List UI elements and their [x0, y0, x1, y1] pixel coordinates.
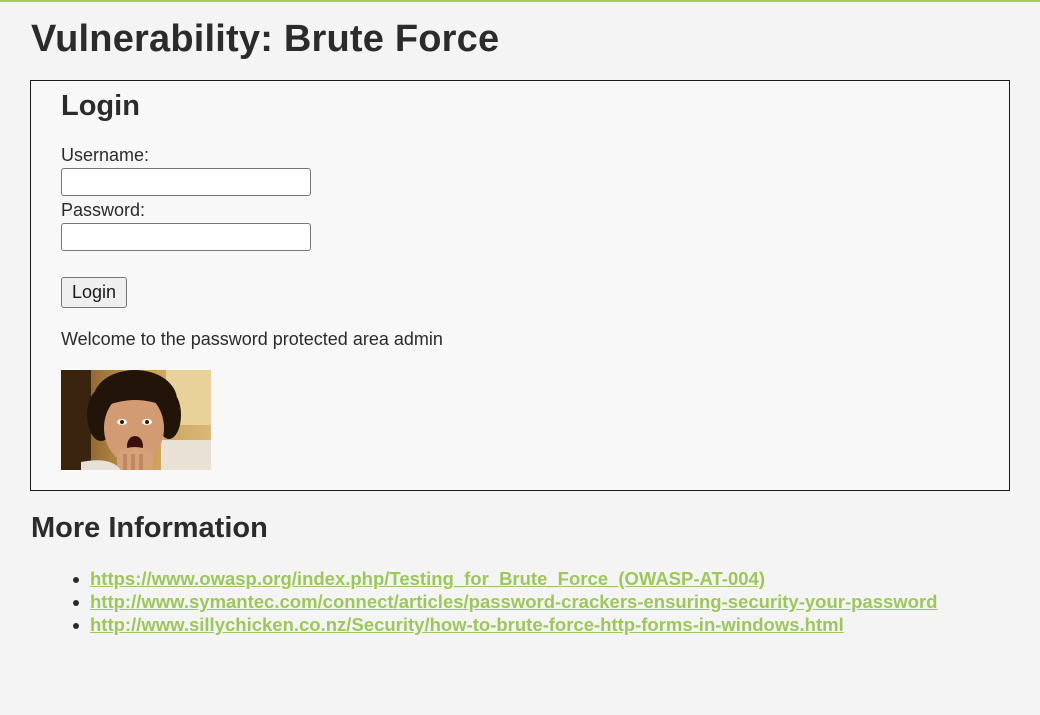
bullet-icon — [73, 623, 79, 629]
bullet-icon — [73, 600, 79, 606]
username-label: Username: — [61, 145, 150, 165]
symantec-password-crackers-link[interactable]: http://www.symantec.com/connect/articles… — [90, 591, 937, 612]
more-information-heading: More Information — [31, 512, 268, 544]
owasp-brute-force-link[interactable]: https://www.owasp.org/index.php/Testing_… — [90, 568, 765, 589]
list-item: http://www.symantec.com/connect/articles… — [73, 591, 937, 614]
list-item: http://www.sillychicken.co.nz/Security/h… — [73, 614, 937, 637]
welcome-message: Welcome to the password protected area a… — [61, 329, 443, 349]
password-label: Password: — [61, 200, 146, 220]
sillychicken-brute-force-link[interactable]: http://www.sillychicken.co.nz/Security/h… — [90, 614, 844, 635]
user-avatar-image — [61, 370, 211, 470]
bullet-icon — [73, 577, 79, 583]
password-input[interactable] — [61, 223, 311, 251]
more-information-links: https://www.owasp.org/index.php/Testing_… — [73, 568, 937, 637]
login-heading: Login — [61, 90, 140, 122]
page-title: Vulnerability: Brute Force — [31, 18, 500, 60]
login-panel: Login Username: Password: Login Welcome … — [30, 80, 1010, 491]
top-accent-rule — [0, 0, 1040, 2]
login-button[interactable]: Login — [61, 277, 128, 308]
username-input[interactable] — [61, 168, 311, 196]
list-item: https://www.owasp.org/index.php/Testing_… — [73, 568, 937, 591]
